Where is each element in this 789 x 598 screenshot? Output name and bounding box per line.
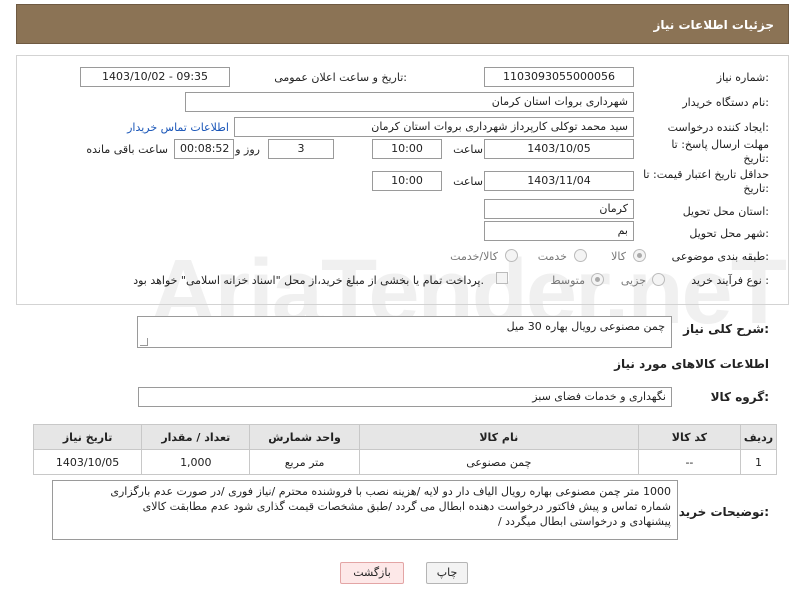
cell-row-number: 1: [739, 449, 778, 475]
back-button[interactable]: بازگشت: [340, 562, 404, 584]
requester-field: سید محمد توکلی کارپرداز شهرداری بروات اس…: [234, 117, 634, 137]
announce-label: تاریخ و ساعت اعلان عمومی:: [274, 71, 407, 84]
process-option-medium: متوسط: [550, 274, 585, 287]
need-number-field: 1103093055000056: [484, 67, 634, 87]
process-label: نوع فرآیند خرید :: [691, 274, 769, 287]
reply-time-field: 10:00: [372, 139, 442, 159]
province-label: استان محل تحویل:: [682, 205, 769, 218]
days-label: روز و: [235, 143, 260, 156]
treasury-checkbox[interactable]: [496, 272, 508, 284]
description-field: چمن مصنوعی رویال بهاره 30 میل: [137, 316, 672, 348]
need-number-label: شماره نیاز:: [716, 71, 769, 84]
reply-time-label: ساعت: [453, 143, 483, 156]
buyer-contact-link[interactable]: اطلاعات تماس خریدار: [127, 121, 229, 134]
resize-handle[interactable]: [140, 338, 148, 346]
city-label: شهر محل تحویل:: [689, 227, 769, 240]
buyer-org-field: شهرداری بروات استان کرمان: [185, 92, 634, 112]
city-field: بم: [484, 221, 634, 241]
category-radio-goods[interactable]: [633, 249, 646, 262]
province-field: کرمان: [484, 199, 634, 219]
remaining-time-field: 00:08:52: [174, 139, 234, 159]
days-field: 3: [268, 139, 334, 159]
cell-unit: متر مربع: [249, 449, 360, 475]
cell-item-name: چمن مصنوعی: [358, 449, 639, 475]
col-header-need-date: تاریخ نیاز: [32, 424, 143, 450]
col-header-quantity: تعداد / مقدار: [141, 424, 251, 450]
page-header: جزئیات اطلاعات نیاز: [16, 4, 789, 44]
description-text: چمن مصنوعی رویال بهاره 30 میل: [506, 320, 665, 333]
table-header-row: ردیف کد کالا نام کالا واحد شمارش تعداد /…: [32, 424, 778, 450]
goods-group-label: گروه کالا:: [710, 390, 769, 404]
reply-deadline-label: مهلت ارسال پاسخ: تا: [671, 138, 769, 151]
reply-date-field: 1403/10/05: [484, 139, 634, 159]
process-radio-minor[interactable]: [652, 273, 665, 286]
items-table: ردیف کد کالا نام کالا واحد شمارش تعداد /…: [32, 424, 778, 475]
validity-time-field: 10:00: [372, 171, 442, 191]
buyer-notes-field: 1000 متر چمن مصنوعی بهاره رویال الیاف دا…: [52, 480, 678, 540]
goods-group-field: نگهداری و خدمات فضای سبز: [138, 387, 672, 407]
category-radio-goods-service[interactable]: [505, 249, 518, 262]
description-label: شرح کلی نیاز:: [683, 322, 769, 336]
page-title: جزئیات اطلاعات نیاز: [653, 18, 774, 32]
requester-label: ایجاد کننده درخواست:: [667, 121, 769, 134]
buyer-notes-line-2: شماره تماس و پیش فاکتور درخواست دهنده اب…: [142, 500, 671, 513]
announce-field: 1403/10/02 - 09:35: [80, 67, 230, 87]
process-option-minor: جزیی: [620, 274, 646, 287]
category-option-goods: کالا: [611, 250, 626, 263]
cell-item-code: --: [637, 449, 741, 475]
col-header-unit: واحد شمارش: [249, 424, 360, 450]
category-option-goods-service: کالا/خدمت: [450, 250, 498, 263]
goods-section-title: اطلاعات کالاهای مورد نیاز: [614, 357, 769, 371]
col-header-row-number: ردیف: [739, 424, 778, 450]
buyer-org-label: نام دستگاه خریدار:: [682, 96, 769, 109]
table-row: 1 -- چمن مصنوعی متر مربع 1,000 1403/10/0…: [32, 449, 778, 475]
remaining-time-label: ساعت باقی مانده: [86, 143, 168, 156]
validity-label: حداقل تاریخ اعتبار قیمت: تا: [643, 168, 769, 181]
buyer-notes-line-1: 1000 متر چمن مصنوعی بهاره رویال الیاف دا…: [110, 485, 671, 498]
validity-label-2: تاریخ:: [743, 182, 769, 195]
category-option-service: خدمت: [537, 250, 567, 263]
category-radio-service[interactable]: [574, 249, 587, 262]
col-header-item-name: نام کالا: [358, 424, 639, 450]
buyer-notes-line-3: پیشنهادی و درخواستی ابطال میگردد /: [497, 515, 671, 528]
treasury-note: پرداخت تمام یا بخشی از مبلغ خرید،از محل …: [133, 274, 484, 287]
cell-need-date: 1403/10/05: [32, 449, 143, 475]
validity-time-label: ساعت: [453, 175, 483, 188]
print-button[interactable]: چاپ: [426, 562, 468, 584]
reply-deadline-label-2: تاریخ:: [743, 152, 769, 165]
buyer-notes-label: توضیحات خریدار:: [667, 505, 769, 519]
cell-quantity: 1,000: [141, 449, 251, 475]
process-radio-medium[interactable]: [591, 273, 604, 286]
col-header-item-code: کد کالا: [637, 424, 741, 450]
category-label: طبقه بندی موضوعی:: [671, 250, 769, 263]
validity-date-field: 1403/11/04: [484, 171, 634, 191]
